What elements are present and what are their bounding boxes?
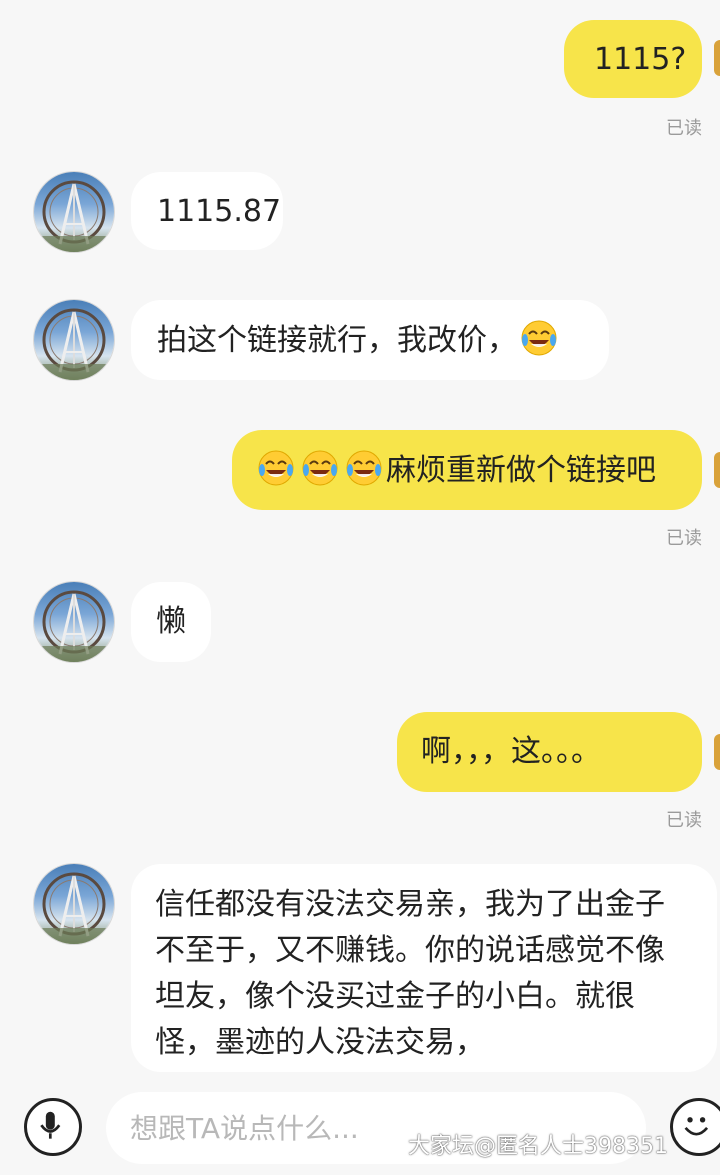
contact-message-bubble[interactable]: 信任都没有没法交易亲，我为了出金子不至于，又不赚钱。你的说话感觉不像坦友，像个没…: [131, 864, 717, 1072]
my-avatar-edge: [714, 40, 720, 76]
ferris-wheel-photo: [34, 308, 114, 380]
microphone-icon: [40, 1111, 61, 1139]
read-receipt: 已读: [666, 528, 702, 549]
message-text: 1115?: [594, 42, 687, 77]
message-text: 懒: [156, 604, 186, 639]
my-avatar-edge: [714, 452, 720, 488]
tears-of-joy-emoji-icon: [346, 450, 382, 486]
ferris-wheel-photo: [34, 180, 114, 252]
my-message-bubble[interactable]: 麻烦重新做个链接吧: [232, 430, 702, 510]
contact-message-bubble[interactable]: 1115.87: [131, 172, 283, 250]
ferris-wheel-photo: [34, 872, 114, 944]
ferris-wheel-photo: [34, 590, 114, 662]
message-text: 1115.87: [157, 194, 282, 229]
tears-of-joy-emoji-icon: [302, 450, 338, 486]
message-text: 啊，，，这。。。: [421, 734, 601, 769]
contact-avatar[interactable]: [34, 864, 114, 944]
watermark: 大家坛@匿名人士398351: [408, 1134, 668, 1159]
contact-avatar[interactable]: [34, 172, 114, 252]
smiley-icon: [684, 1117, 709, 1136]
microphone-button[interactable]: [24, 1098, 82, 1156]
message-text: 拍这个链接就行，我改价，: [157, 323, 517, 358]
contact-message-bubble[interactable]: 懒: [131, 582, 211, 662]
contact-avatar[interactable]: [34, 582, 114, 662]
tears-of-joy-emoji-icon: [258, 450, 294, 486]
tears-of-joy-emoji-icon: [521, 320, 557, 356]
my-avatar-edge: [714, 734, 720, 770]
read-receipt: 已读: [666, 810, 702, 831]
my-message-bubble[interactable]: 啊，，，这。。。: [397, 712, 702, 792]
message-text: 信任都没有没法交易亲，我为了出金子不至于，又不赚钱。你的说话感觉不像坦友，像个没…: [155, 887, 665, 1060]
contact-message-bubble[interactable]: 拍这个链接就行，我改价，: [131, 300, 609, 380]
contact-avatar[interactable]: [34, 300, 114, 380]
emoji-button[interactable]: [670, 1098, 720, 1156]
message-text: 麻烦重新做个链接吧: [386, 453, 656, 488]
my-message-bubble[interactable]: 1115?: [564, 20, 702, 98]
read-receipt: 已读: [666, 118, 702, 139]
